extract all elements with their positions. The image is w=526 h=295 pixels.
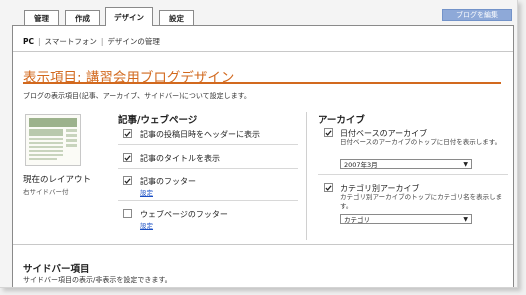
sub-navigation: PC | スマートフォン | デザインの管理 xyxy=(23,36,160,47)
check-icon xyxy=(325,184,332,191)
post-footer-settings-link[interactable]: 設定 xyxy=(140,187,153,197)
dropdown-arrow-icon: ▼ xyxy=(463,161,468,168)
category-format-select-value: カテゴリ xyxy=(344,216,370,224)
subnav-pc[interactable]: PC xyxy=(23,37,34,46)
webpage-footer-settings-link[interactable]: 設定 xyxy=(140,220,153,230)
row-divider xyxy=(118,168,298,169)
checkbox-webpage-footer[interactable] xyxy=(123,209,132,218)
checkbox-post-title[interactable] xyxy=(123,153,132,162)
checkbox-post-footer[interactable] xyxy=(123,176,132,185)
current-layout-caption: 現在のレイアウト xyxy=(23,175,92,185)
checkbox-date-archive[interactable] xyxy=(324,128,333,137)
content-panel: PC | スマートフォン | デザインの管理 表示項目: 講習会用ブログデザイン ブログ… xyxy=(12,25,514,287)
section-divider xyxy=(13,244,513,245)
layout-preview-icon xyxy=(29,118,77,160)
row-divider xyxy=(318,174,508,175)
subnav-smartphone[interactable]: スマートフォン xyxy=(45,37,97,46)
dropdown-arrow-icon: ▼ xyxy=(463,216,468,223)
layout-thumbnail xyxy=(25,114,81,166)
window-frame: 管理 作成 デザイン 設定 ブログを編集 PC | スマートフォン | デザインの管理 … xyxy=(0,0,518,288)
tab-bar: 管理 作成 デザイン 設定 ブログを編集 xyxy=(0,0,517,26)
tab-create[interactable]: 作成 xyxy=(65,10,100,26)
option-post-date-label: 記事の投稿日時をヘッダーに表示 xyxy=(140,130,260,139)
check-icon xyxy=(124,154,131,161)
tab-design[interactable]: デザイン xyxy=(105,7,153,26)
option-post-footer-label: 記事のフッター xyxy=(140,177,196,186)
row-divider xyxy=(118,144,298,145)
subnav-divider xyxy=(13,51,513,52)
sidebar-section-description: サイドバー項目の表示/非表示を設定できます。 xyxy=(23,276,172,284)
articles-section-title: 記事/ウェブページ xyxy=(118,115,198,126)
tab-settings[interactable]: 設定 xyxy=(159,10,194,26)
date-format-select-value: 2007年3月 xyxy=(344,161,378,169)
date-archive-description: 日付ベースのアーカイブのトップに日付を表示します。 xyxy=(340,138,502,146)
option-webpage-footer-label: ウェブページのフッター xyxy=(140,210,228,219)
subnav-design-manage[interactable]: デザインの管理 xyxy=(107,37,160,46)
date-format-select[interactable]: 2007年3月 ▼ xyxy=(340,159,472,169)
check-icon xyxy=(124,177,131,184)
category-archive-description: カテゴリ別アーカイブのトップにカテゴリ名を表示します。 xyxy=(340,193,503,210)
edit-blog-button[interactable]: ブログを編集 xyxy=(442,9,512,21)
sidebar-section-title: サイドバー項目 xyxy=(23,264,90,275)
category-format-select[interactable]: カテゴリ ▼ xyxy=(340,214,472,224)
check-icon xyxy=(124,130,131,137)
page-description: ブログの表示項目(記事、アーカイブ、サイドバー)について設定します。 xyxy=(23,92,251,100)
option-post-title-label: 記事のタイトルを表示 xyxy=(140,154,220,163)
subnav-separator: | xyxy=(38,37,41,46)
tab-manage[interactable]: 管理 xyxy=(24,10,59,26)
row-divider xyxy=(118,200,298,201)
checkbox-post-date[interactable] xyxy=(123,129,132,138)
archives-section-title: アーカイブ xyxy=(318,115,365,126)
subnav-separator: | xyxy=(100,37,104,46)
column-divider xyxy=(306,112,307,240)
check-icon xyxy=(325,129,332,136)
current-layout-subcaption: 右サイドバー付 xyxy=(23,188,69,196)
title-underline xyxy=(23,82,501,84)
checkbox-category-archive[interactable] xyxy=(324,183,333,192)
